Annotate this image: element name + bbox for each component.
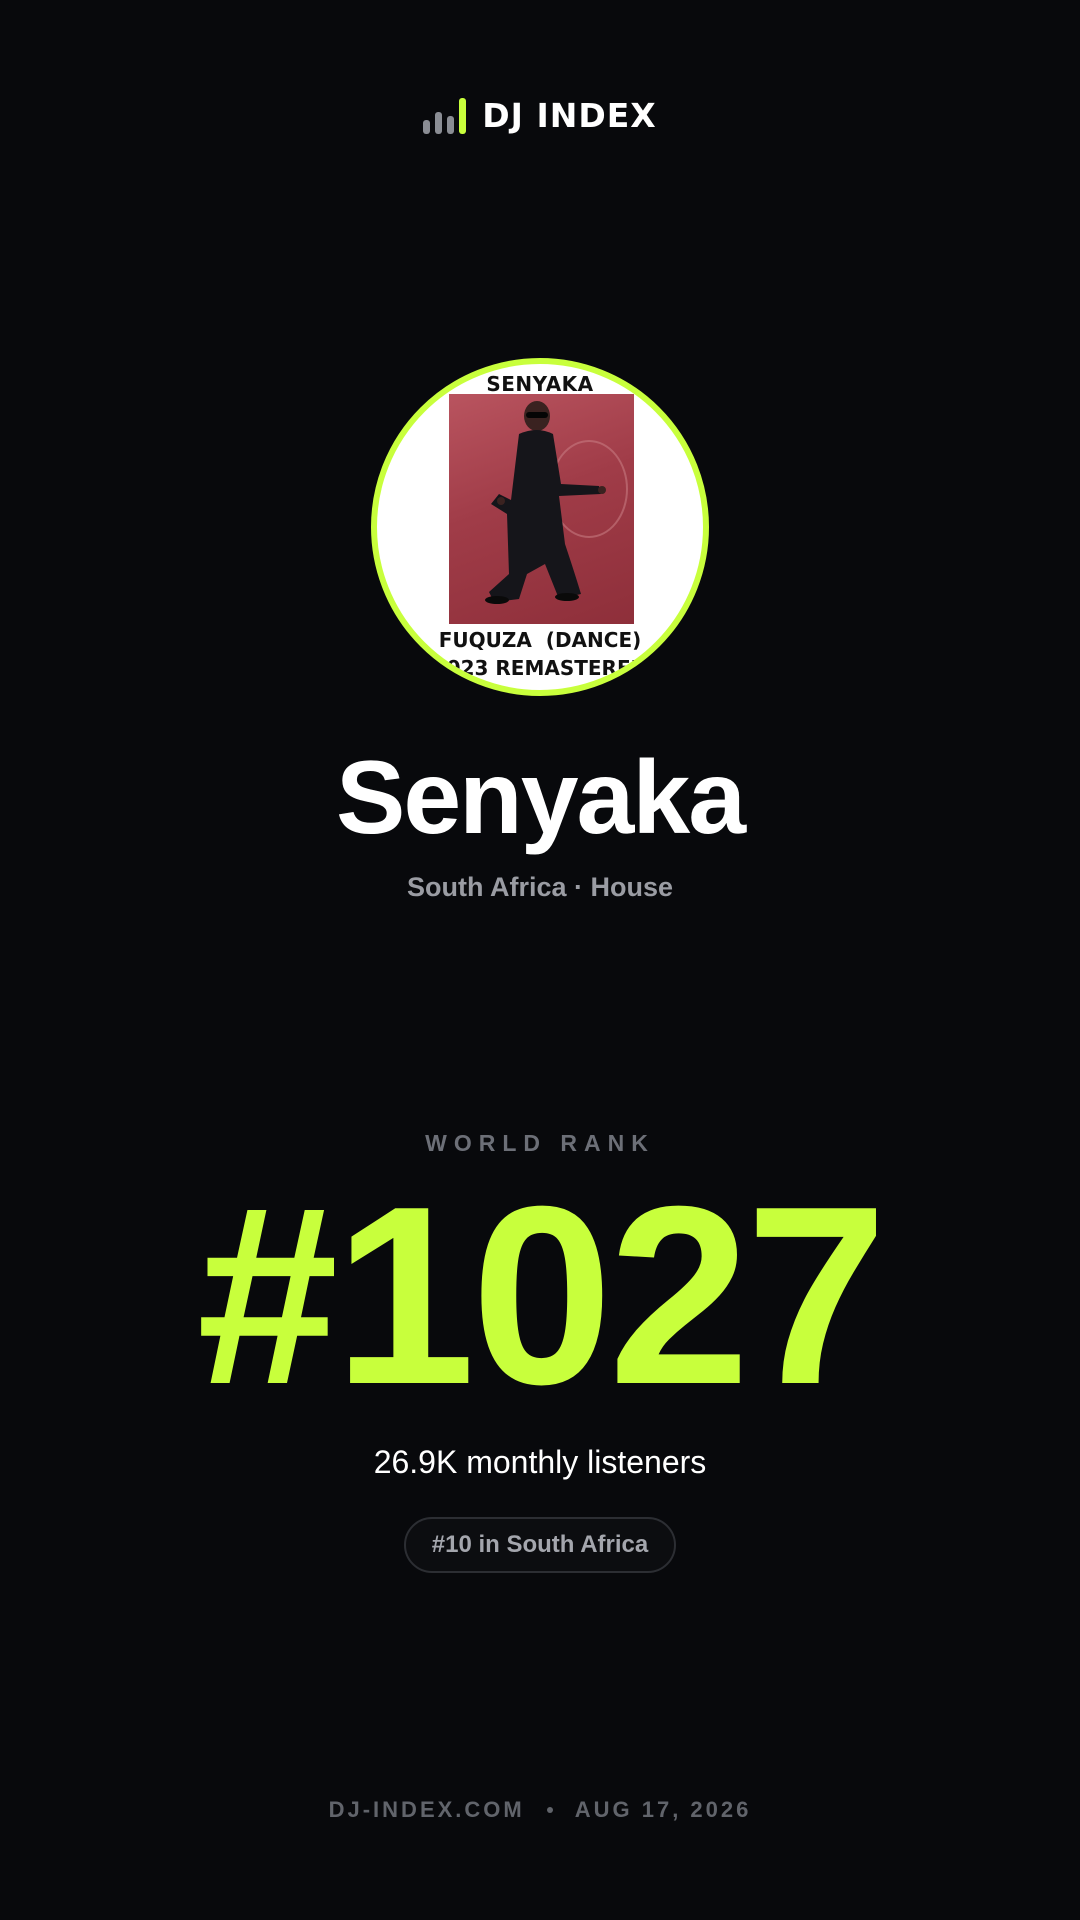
world-rank-value: #1027 bbox=[196, 1153, 887, 1437]
artist-country-genre: South Africa · House bbox=[406, 872, 674, 902]
brand-logo: DJ INDEX bbox=[0, 96, 1080, 135]
cover-subtitle: FUQUZA (DANCE) bbox=[438, 628, 642, 652]
cover-title: SENYAKA bbox=[486, 372, 594, 396]
country-rank-badge: #10 in South Africa bbox=[403, 1517, 677, 1573]
monthly-listeners: 26.9K monthly listeners bbox=[373, 1444, 707, 1480]
cover-photo bbox=[449, 394, 634, 624]
equalizer-bars-icon bbox=[423, 97, 467, 134]
artist-photo-illustration bbox=[485, 401, 628, 604]
footer-separator-dot bbox=[546, 1807, 553, 1813]
cover-edition: 2023 REMASTERED bbox=[432, 656, 648, 680]
footer-site: DJ-INDEX.COM bbox=[328, 1797, 525, 1822]
brand-name: DJ INDEX bbox=[482, 96, 657, 135]
artist-avatar: SENYAKA FUQUZA (DANCE) 2023 REMASTERED bbox=[371, 358, 709, 696]
footer: DJ-INDEX.COM AUG 17, 2026 bbox=[0, 1797, 1080, 1823]
country-rank-row: #10 in South Africa bbox=[0, 1517, 1080, 1573]
footer-date: AUG 17, 2026 bbox=[574, 1797, 752, 1822]
artist-name: Senyaka bbox=[335, 740, 746, 856]
